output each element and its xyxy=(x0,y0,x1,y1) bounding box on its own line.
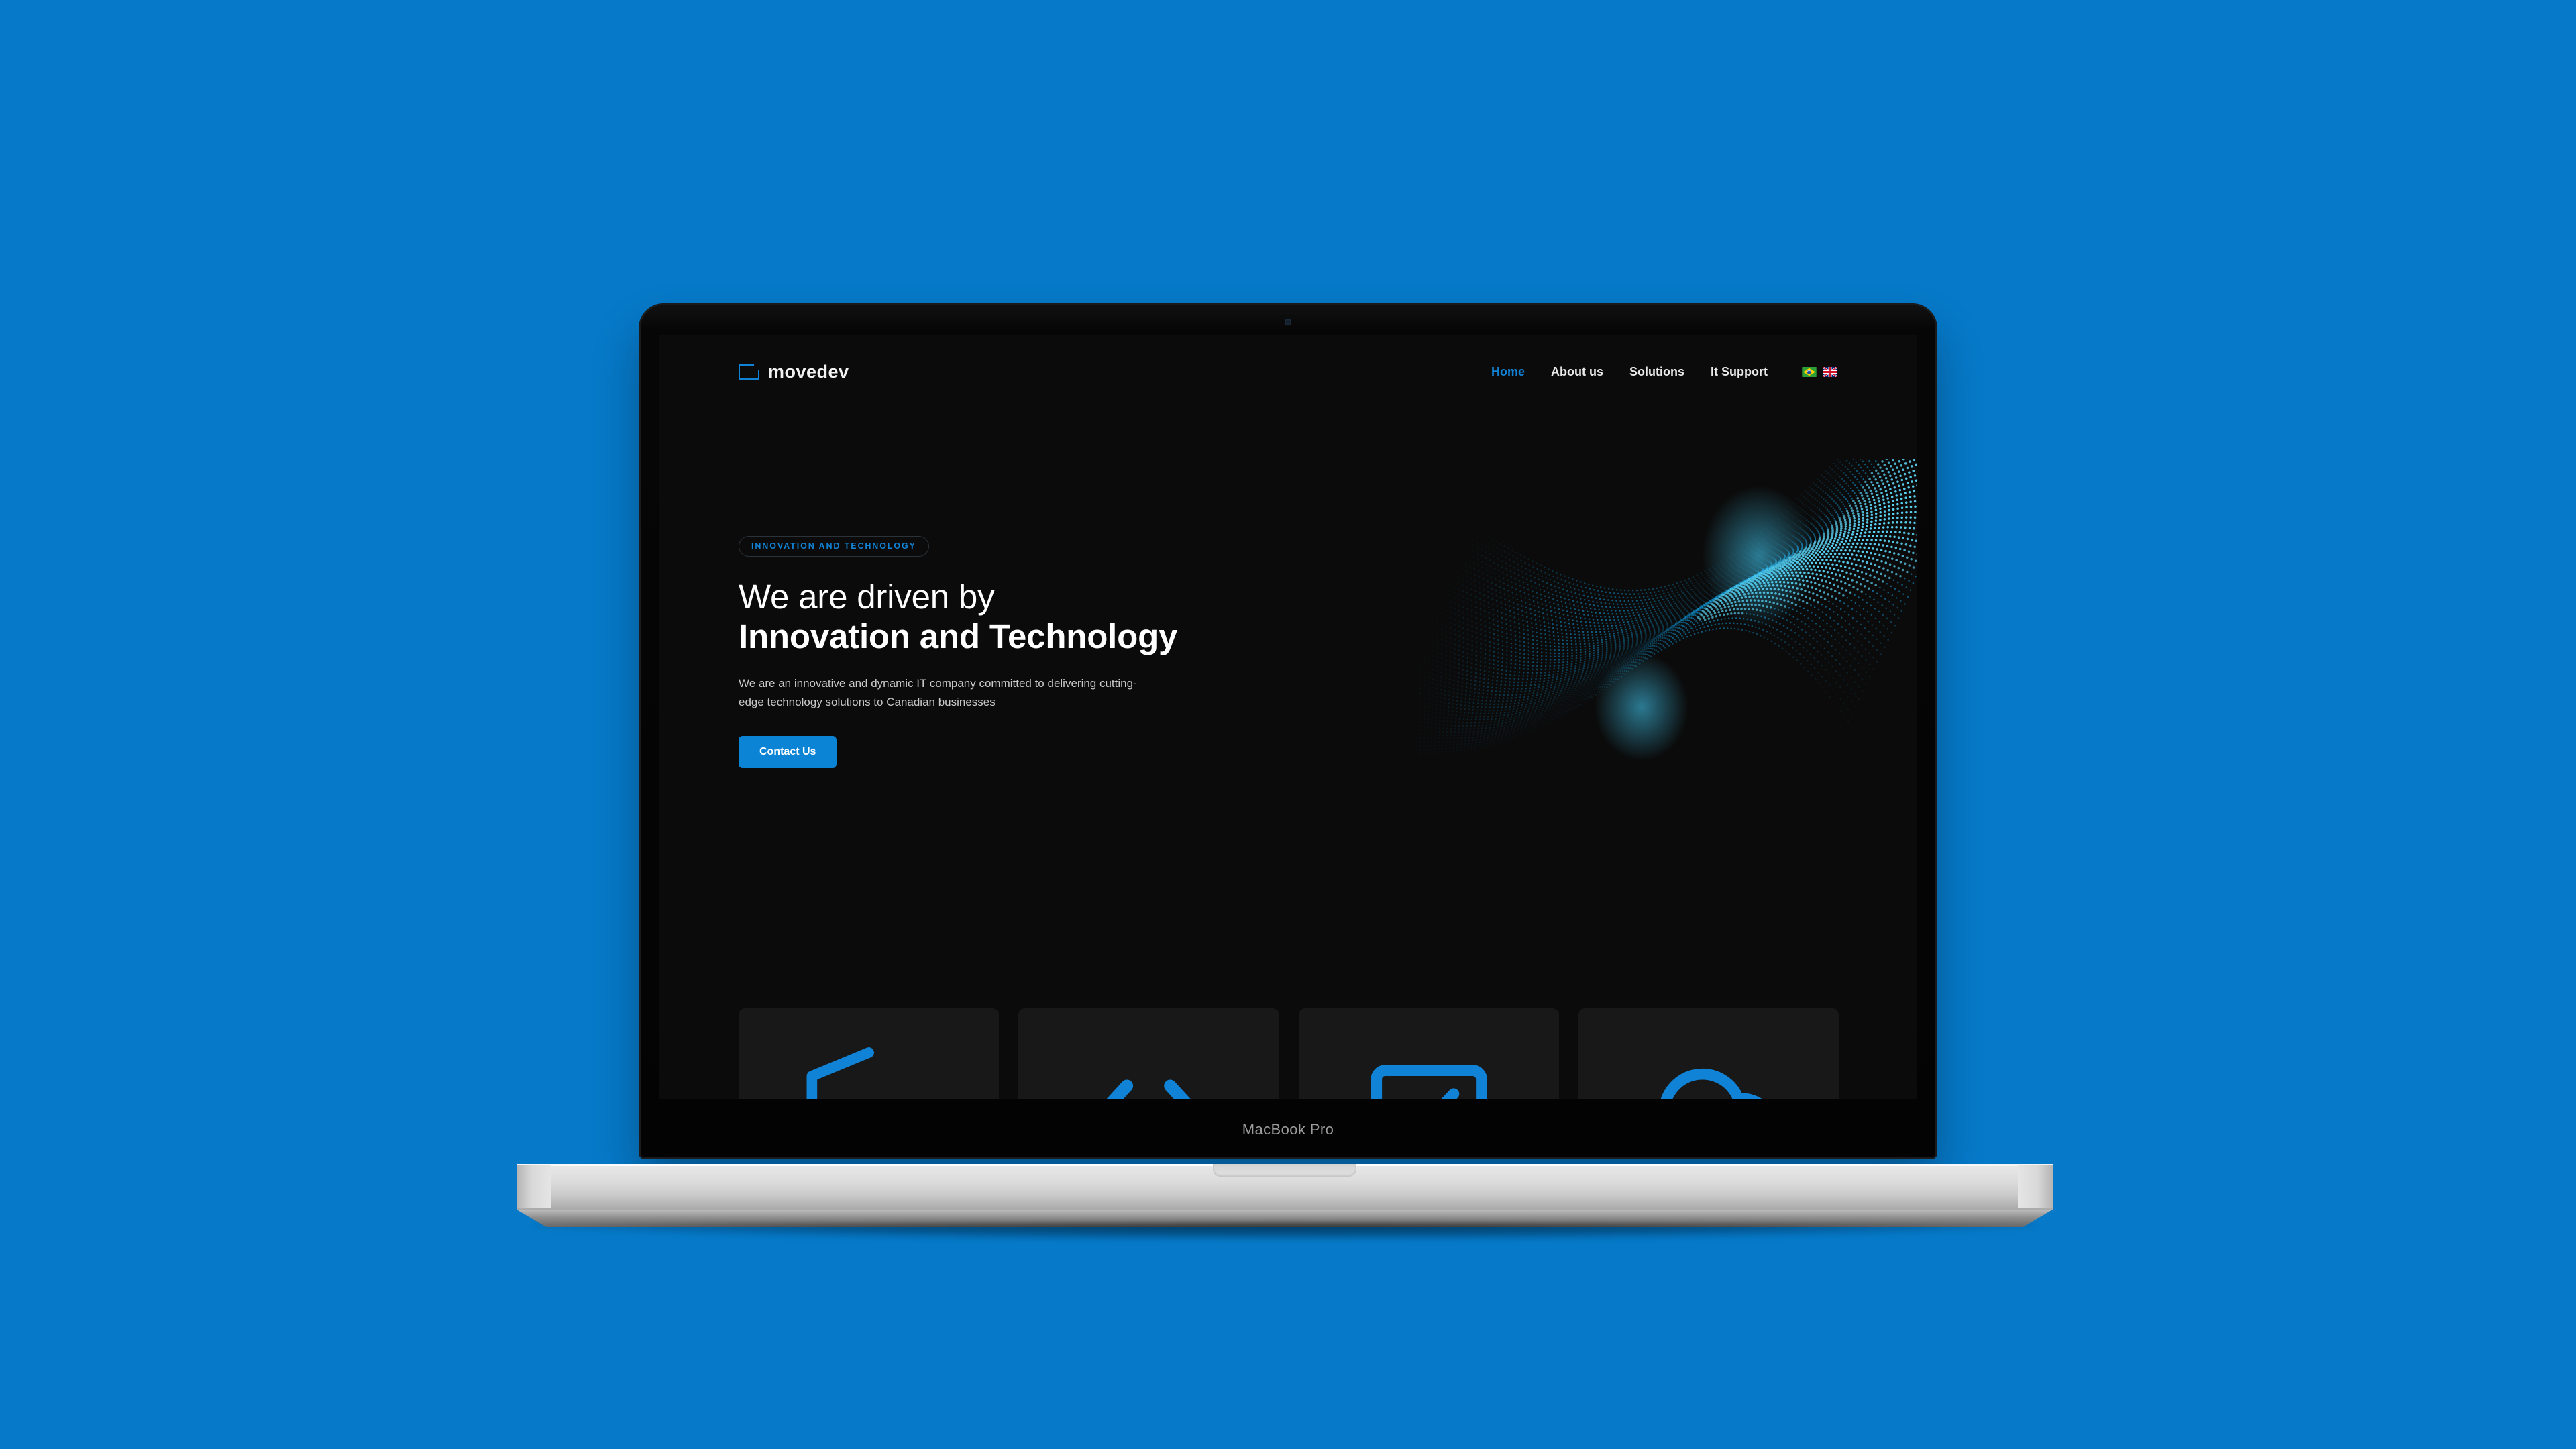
contact-us-button[interactable]: Contact Us xyxy=(739,736,837,769)
base-shadow xyxy=(531,1223,2038,1240)
service-card-cybersecurity[interactable]: Cybersecurity We assist in the structuri… xyxy=(739,1008,1000,1099)
hero-heading-line-2: Innovation and Technology xyxy=(739,617,1178,656)
code-brackets-icon xyxy=(1041,1036,1256,1099)
language-switcher xyxy=(1802,366,1837,377)
brazil-flag-icon[interactable] xyxy=(1802,366,1817,377)
service-card-cloud-computing[interactable]: Cloud Computing Backing up information f… xyxy=(1578,1008,1839,1099)
logo-mark-icon xyxy=(739,363,760,380)
cloud-check-icon xyxy=(1601,1036,1816,1099)
hero-heading-line-1: We are driven by xyxy=(739,578,995,616)
brand-logo[interactable]: movedev xyxy=(739,362,849,382)
device-label: MacBook Pro xyxy=(1242,1121,1334,1138)
laptop-lid: MacBook Pro movedev Home About us Soluti… xyxy=(641,305,1935,1157)
shield-lock-icon xyxy=(761,1036,976,1099)
hero-section: INNOVATION AND TECHNOLOGY We are driven … xyxy=(739,536,1289,769)
hero-badge: INNOVATION AND TECHNOLOGY xyxy=(739,536,929,557)
laptop-base xyxy=(517,1164,2053,1240)
uk-flag-icon[interactable] xyxy=(1823,366,1837,377)
webcam-icon xyxy=(1285,319,1291,325)
laptop-check-icon xyxy=(1322,1036,1536,1099)
nav-item-solutions[interactable]: Solutions xyxy=(1629,365,1684,379)
nav-item-home[interactable]: Home xyxy=(1491,365,1525,379)
website-viewport: movedev Home About us Solutions It Suppo… xyxy=(659,335,1917,1099)
laptop-screen: movedev Home About us Solutions It Suppo… xyxy=(659,335,1917,1099)
service-card-system-development[interactable]: System Development We create solutions f… xyxy=(1018,1008,1279,1099)
hero-wave-graphic xyxy=(1393,444,1917,794)
service-card-it-consulting[interactable]: IT Consulting We take care of your compa… xyxy=(1298,1008,1559,1099)
services-section: Cybersecurity We assist in the structuri… xyxy=(739,1008,1839,1099)
hero-heading: We are driven by Innovation and Technolo… xyxy=(739,577,1289,656)
base-right-edge xyxy=(2018,1165,2053,1208)
base-left-edge xyxy=(517,1165,551,1208)
brand-name: movedev xyxy=(768,361,849,382)
hero-paragraph: We are an innovative and dynamic IT comp… xyxy=(739,677,1137,709)
base-notch xyxy=(1213,1164,1356,1177)
nav-item-about-us[interactable]: About us xyxy=(1551,365,1603,379)
nav-item-it-support[interactable]: It Support xyxy=(1711,365,1768,379)
site-header: movedev Home About us Solutions It Suppo… xyxy=(659,335,1917,409)
main-navigation: Home About us Solutions It Support xyxy=(1491,365,1837,379)
laptop-mockup-stage: MacBook Pro movedev Home About us Soluti… xyxy=(0,0,2576,1449)
